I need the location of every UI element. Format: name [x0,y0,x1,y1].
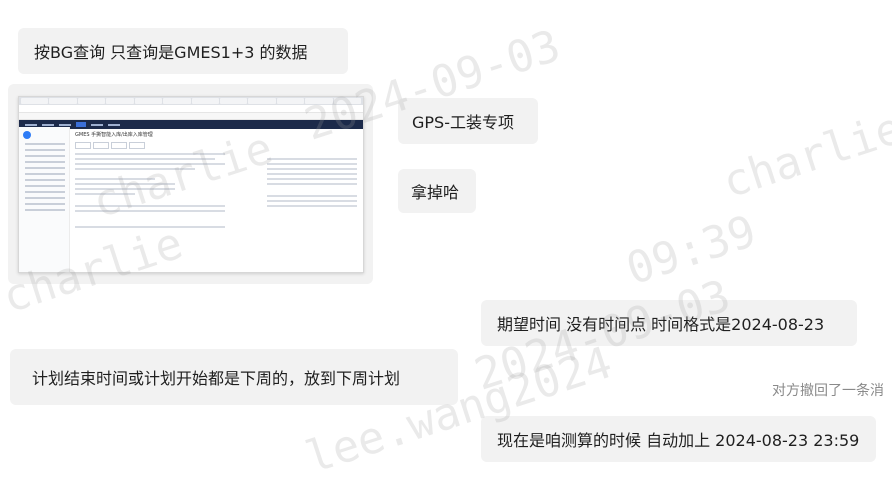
browser-tab-bar [19,97,363,105]
message-bubble-bg-query[interactable]: 按BG查询 只查询是GMES1+3 的数据 [18,28,348,74]
message-text: 期望时间 没有时间点 时间格式是2024-08-23 [497,315,825,334]
message-bubble-remove[interactable]: 拿掉哈 [398,169,476,213]
message-text: 计划结束时间或计划开始都是下周的，放到下周计划 [32,369,401,388]
watermark: charlie [716,102,892,209]
recall-notice: 对方撤回了一条消 [772,383,884,399]
browser-url-bar [19,105,363,113]
browser-bookmarks-bar [19,113,363,120]
message-text: GPS-工装专项 [412,113,514,132]
app-nav-bar [19,120,363,129]
embedded-screenshot[interactable]: GMES 手撕智能入库/出库入库管理 [18,96,364,273]
image-message[interactable]: GMES 手撕智能入库/出库入库管理 [8,84,373,284]
watermark: 09:39 [620,205,763,296]
message-bubble-auto-append[interactable]: 现在是咱测算的时候 自动加上 2024-08-23 23:59 [481,416,876,462]
message-text: 现在是咱测算的时候 自动加上 2024-08-23 23:59 [497,431,860,450]
message-bubble-gps[interactable]: GPS-工装专项 [398,98,538,144]
message-bubble-expected-time[interactable]: 期望时间 没有时间点 时间格式是2024-08-23 [481,300,857,346]
message-text: 拿掉哈 [411,183,460,202]
app-sidebar [19,127,70,272]
screenshot-page-title: GMES 手撕智能入库/出库入库管理 [75,132,153,138]
message-text: 按BG查询 只查询是GMES1+3 的数据 [34,43,308,62]
app-main-content: GMES 手撕智能入库/出库入库管理 [75,131,357,272]
message-bubble-plan-rule[interactable]: 计划结束时间或计划开始都是下周的，放到下周计划 [10,349,458,405]
app-logo-icon [23,131,31,139]
